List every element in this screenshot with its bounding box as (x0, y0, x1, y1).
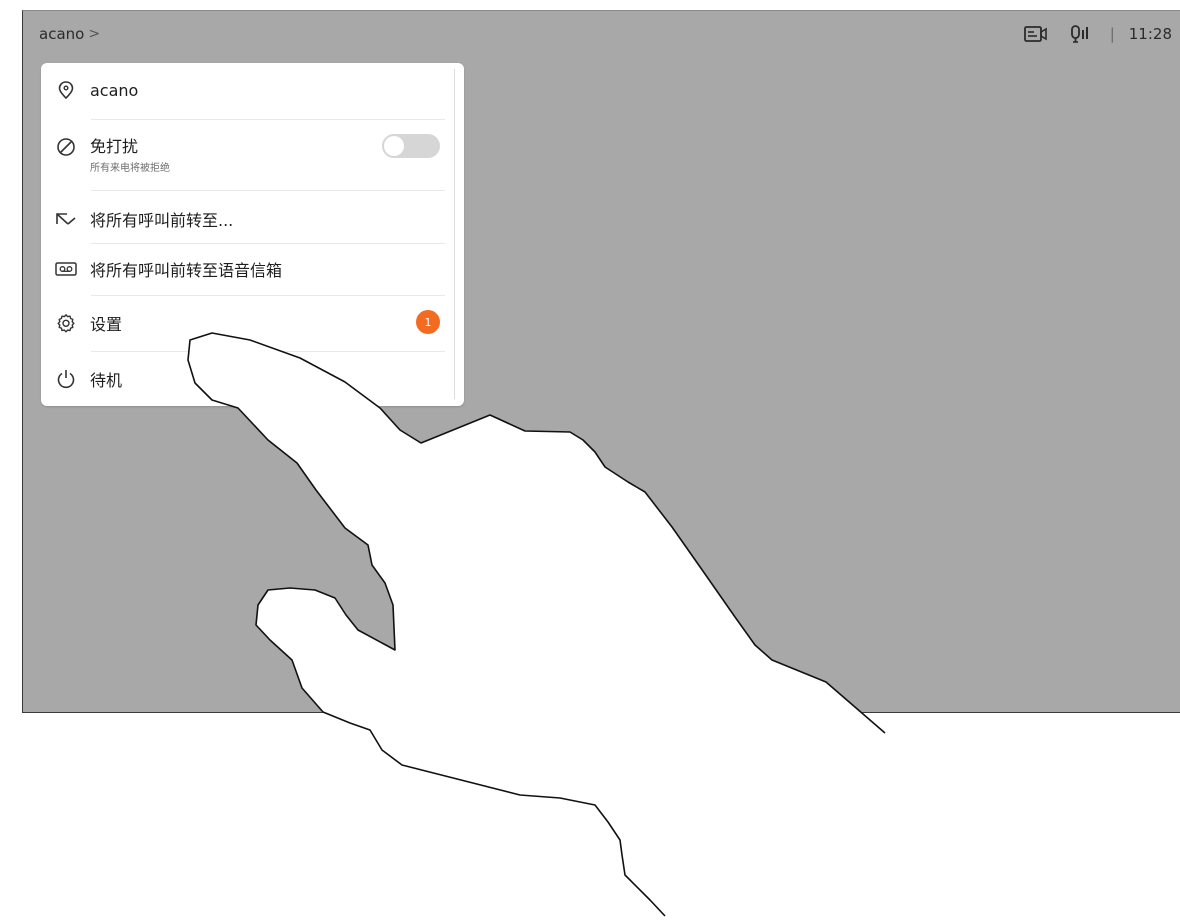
pointing-hand-illustration (187, 332, 886, 917)
